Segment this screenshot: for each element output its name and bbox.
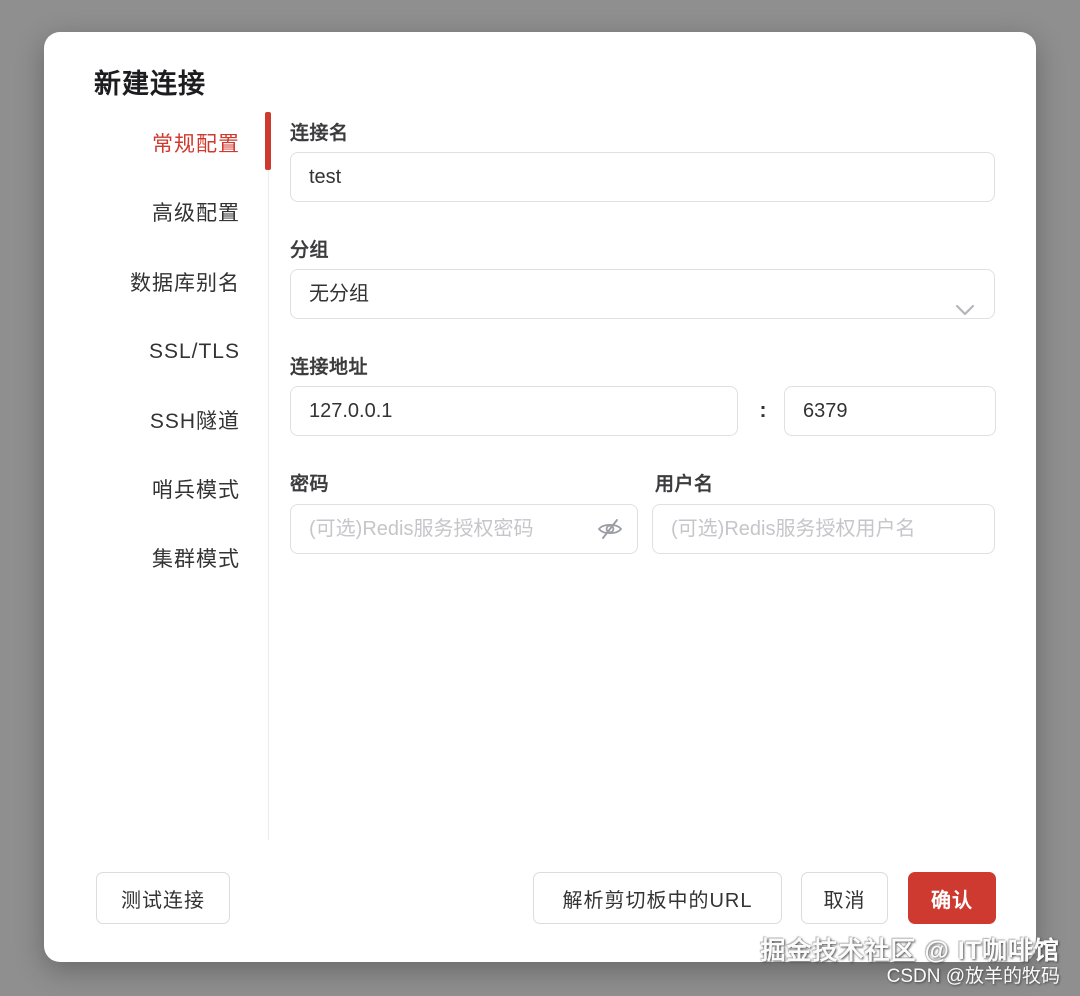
- host-input[interactable]: [290, 386, 738, 436]
- group-select[interactable]: 无分组: [290, 269, 995, 319]
- group-label: 分组: [290, 240, 330, 261]
- username-input[interactable]: [652, 504, 995, 554]
- tab-cluster-mode[interactable]: 集群模式: [44, 543, 240, 577]
- port-input[interactable]: [784, 386, 996, 436]
- test-connection-button[interactable]: 测试连接: [96, 872, 230, 924]
- new-connection-dialog: 新建连接 常规配置 高级配置 数据库别名 SSL/TLS SSH隧道 哨兵模式 …: [44, 32, 1036, 962]
- tab-sentinel-mode[interactable]: 哨兵模式: [44, 474, 240, 508]
- password-field-wrap: [290, 504, 638, 554]
- eye-off-icon[interactable]: [596, 516, 624, 542]
- tab-database-alias[interactable]: 数据库别名: [44, 267, 240, 301]
- confirm-button[interactable]: 确认: [908, 872, 996, 924]
- watermark-line2: CSDN @放羊的牧码: [886, 966, 1060, 988]
- cancel-button[interactable]: 取消: [801, 872, 888, 924]
- connection-name-label: 连接名: [290, 123, 349, 144]
- tab-ssh-tunnel[interactable]: SSH隧道: [44, 405, 240, 439]
- chevron-down-icon: [954, 287, 976, 316]
- tab-ssl-tls[interactable]: SSL/TLS: [44, 335, 240, 369]
- username-label: 用户名: [655, 474, 714, 495]
- password-label: 密码: [290, 474, 330, 495]
- connection-name-input[interactable]: [290, 152, 995, 202]
- tab-advanced-config[interactable]: 高级配置: [44, 197, 240, 231]
- parse-clipboard-url-button[interactable]: 解析剪切板中的URL: [533, 872, 782, 924]
- address-label: 连接地址: [290, 357, 369, 378]
- tab-general-config[interactable]: 常规配置: [44, 128, 240, 162]
- active-tab-indicator: [265, 112, 271, 170]
- password-input[interactable]: [290, 504, 638, 554]
- dialog-title: 新建连接: [94, 69, 206, 99]
- group-select-value: 无分组: [309, 283, 369, 305]
- host-port-separator: :: [759, 399, 767, 422]
- tab-panel-divider: [268, 112, 269, 840]
